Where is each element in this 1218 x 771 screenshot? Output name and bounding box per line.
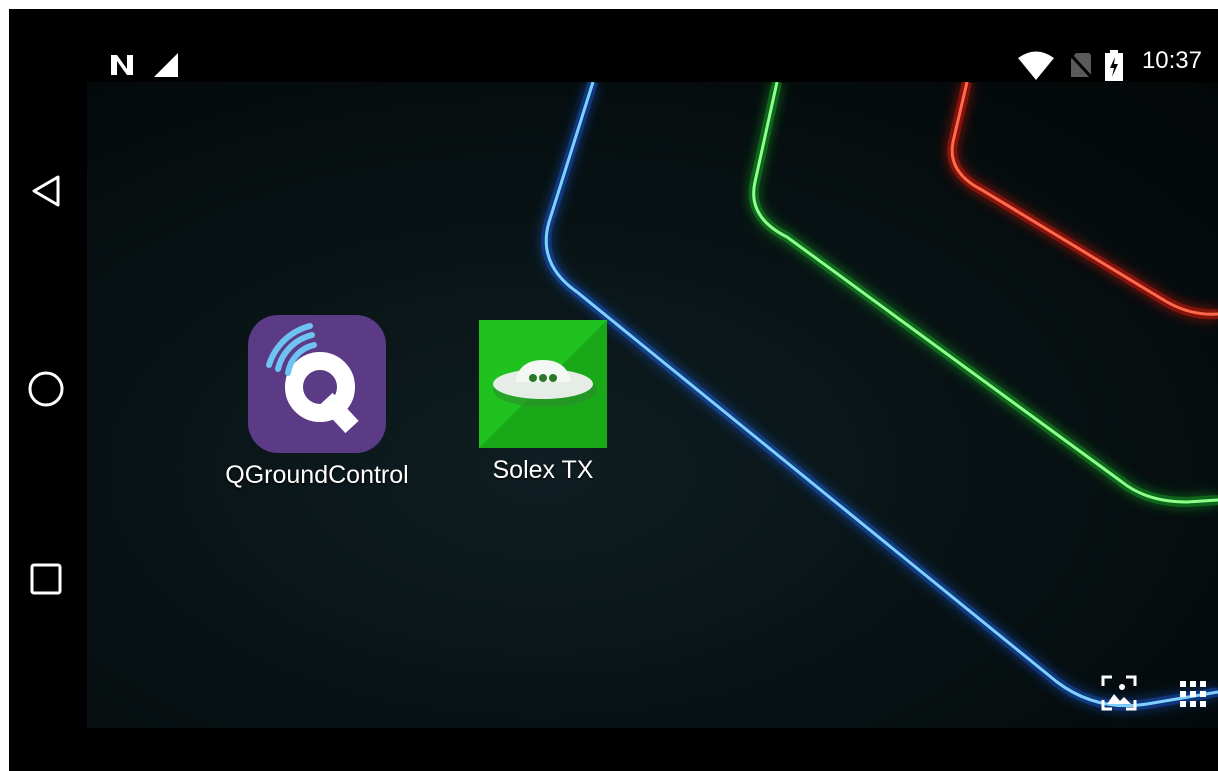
app-label: Solex TX [492,456,594,484]
battery-charging-icon [1105,50,1123,81]
bottom-bezel [9,728,1218,771]
qgroundcontrol-app-icon [248,315,386,453]
wallpaper-icon [1101,675,1137,711]
home-screen: QGroundControl Solex TX [87,82,1218,728]
wifi-icon [1018,51,1054,80]
cell-signal-icon [154,53,178,77]
status-clock: 10:37 [1141,47,1202,74]
app-solex-tx[interactable]: Solex TX [453,320,633,485]
wallpaper-button[interactable] [1100,674,1138,717]
home-icon [28,371,64,407]
no-sim-icon [1069,52,1093,79]
solex-tx-app-icon [479,320,607,448]
app-drawer-button[interactable] [1177,678,1209,715]
back-icon [32,175,60,207]
home-button[interactable] [23,366,69,412]
app-label: QGroundControl [225,461,409,489]
nfc-icon [111,55,133,75]
app-drawer-icon [1180,681,1206,707]
android-screen: 10:37 QGroundControl Solex TX [9,9,1218,771]
navigation-bar [9,82,87,728]
recents-icon [30,563,62,595]
status-bar: 10:37 [9,9,1218,82]
back-button[interactable] [23,168,69,214]
app-qgroundcontrol[interactable]: QGroundControl [197,315,437,490]
recents-button[interactable] [23,556,69,602]
